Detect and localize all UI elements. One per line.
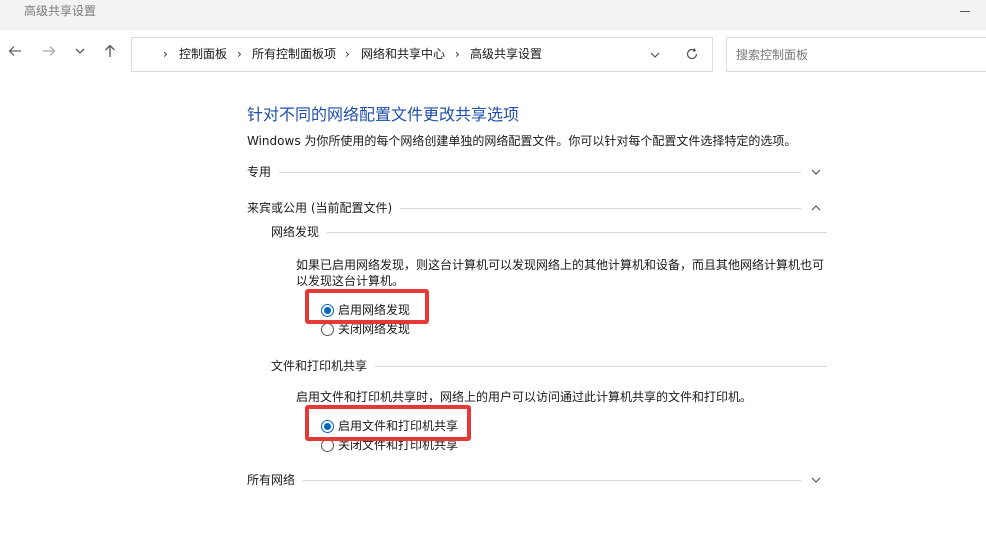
chevron-down-icon[interactable] (809, 473, 823, 487)
breadcrumb-separator: › (345, 47, 350, 61)
divider (279, 171, 801, 173)
radio-label: 启用文件和打印机共享 (338, 419, 459, 433)
breadcrumb-separator: › (237, 47, 242, 61)
forward-arrow-icon (43, 46, 56, 56)
divider (303, 479, 801, 481)
title-bar: 高级共享设置 (0, 0, 986, 30)
window-title: 高级共享设置 (24, 4, 97, 18)
back-arrow-icon (8, 46, 21, 56)
radio-button-checked[interactable] (321, 303, 334, 317)
divider (327, 231, 827, 233)
page-description: Windows 为你所使用的每个网络创建单独的网络配置文件。你可以针对每个配置文… (247, 134, 797, 148)
group-network-discovery: 网络发现 (271, 222, 827, 242)
address-dropdown-button[interactable] (649, 49, 663, 61)
search-placeholder: 搜索控制面板 (736, 48, 809, 62)
minimize-button[interactable] (946, 0, 986, 24)
breadcrumb-item-network-sharing-center[interactable]: 网络和共享中心 (361, 46, 445, 62)
section-all-networks[interactable]: 所有网络 (247, 470, 827, 490)
refresh-icon (686, 48, 698, 60)
chevron-down-icon (75, 48, 85, 54)
breadcrumb-item-advanced-sharing[interactable]: 高级共享设置 (470, 46, 542, 62)
radio-disable-file-printer-sharing[interactable]: 关闭文件和打印机共享 (321, 437, 458, 453)
breadcrumb-separator: › (163, 47, 168, 61)
section-label: 专用 (247, 165, 272, 179)
radio-enable-network-discovery[interactable]: 启用网络发现 (321, 302, 410, 318)
breadcrumb-separator: › (455, 47, 460, 61)
page-title: 针对不同的网络配置文件更改共享选项 (247, 105, 520, 124)
divider (400, 207, 801, 209)
forward-button[interactable] (38, 40, 60, 62)
radio-disable-network-discovery[interactable]: 关闭网络发现 (321, 321, 410, 337)
group-file-printer-sharing: 文件和打印机共享 (271, 356, 827, 376)
breadcrumb-item-all-control-panel-items[interactable]: 所有控制面板项 (252, 46, 336, 62)
radio-enable-file-printer-sharing[interactable]: 启用文件和打印机共享 (321, 418, 458, 434)
group-label: 文件和打印机共享 (271, 359, 368, 373)
chevron-down-icon[interactable] (809, 165, 823, 179)
radio-button[interactable] (321, 438, 334, 452)
chevron-up-icon[interactable] (809, 201, 823, 215)
group-label: 网络发现 (271, 225, 320, 239)
chevron-down-icon (650, 52, 660, 58)
up-button[interactable] (99, 40, 121, 62)
up-arrow-icon (105, 44, 115, 57)
section-private[interactable]: 专用 (247, 162, 827, 182)
recent-locations-button[interactable] (69, 40, 91, 62)
radio-label: 关闭网络发现 (338, 322, 411, 336)
address-bar[interactable]: › 控制面板 › 所有控制面板项 › 网络和共享中心 › 高级共享设置 (131, 37, 713, 72)
radio-label: 关闭文件和打印机共享 (338, 438, 459, 452)
breadcrumb-item-control-panel[interactable]: 控制面板 (179, 46, 227, 62)
back-button[interactable] (4, 40, 26, 62)
search-input[interactable]: 搜索控制面板 (726, 37, 986, 72)
network-discovery-description: 如果已启用网络发现，则这台计算机可以发现网络上的其他计算机和设备，而且其他网络计… (296, 258, 825, 288)
file-printer-sharing-description: 启用文件和打印机共享时，网络上的用户可以访问通过此计算机共享的文件和打印机。 (296, 390, 753, 404)
section-label: 所有网络 (247, 473, 296, 487)
radio-label: 启用网络发现 (338, 303, 411, 317)
section-guest-public[interactable]: 来宾或公用 (当前配置文件) (247, 198, 827, 218)
radio-button-checked[interactable] (321, 419, 334, 433)
refresh-button[interactable] (685, 47, 701, 63)
divider (375, 365, 827, 367)
section-label: 来宾或公用 (当前配置文件) (247, 201, 393, 215)
radio-button[interactable] (321, 322, 334, 336)
navigation-toolbar: › 控制面板 › 所有控制面板项 › 网络和共享中心 › 高级共享设置 搜索控制… (0, 30, 986, 80)
